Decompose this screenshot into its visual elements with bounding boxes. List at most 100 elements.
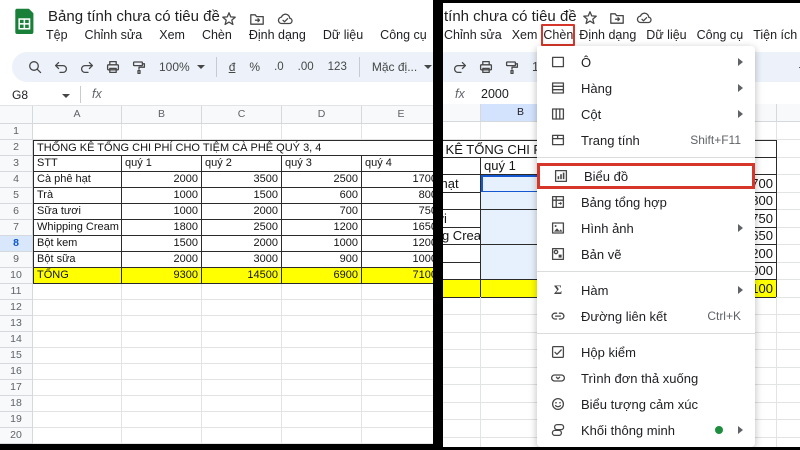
header-cell[interactable]: STT [33,156,122,172]
header-cell[interactable]: quý 1 [122,156,202,172]
empty-cell[interactable] [362,364,433,380]
label-cell[interactable]: Bột sữa [443,262,481,280]
value-cell[interactable]: 900 [282,252,362,268]
value-cell[interactable]: 1200 [282,220,362,236]
column-header-B[interactable]: B [122,106,202,124]
empty-cell[interactable] [122,332,202,348]
empty-cell[interactable] [777,262,800,280]
empty-cell[interactable] [443,314,481,333]
value-cell[interactable]: 600 [282,188,362,204]
search-icon[interactable] [22,59,48,75]
corner-header[interactable] [0,106,33,124]
menubar-item-chỉnh-sửa[interactable]: Chỉnh sửa [444,26,502,44]
empty-cell[interactable] [443,367,481,385]
empty-cell[interactable] [777,157,800,175]
label-cell[interactable]: Trà [443,192,481,210]
empty-cell[interactable] [362,380,433,396]
empty-cell[interactable] [443,437,481,447]
total-label-cell[interactable]: TỔNG [33,268,122,284]
empty-cell[interactable] [33,412,122,428]
label-cell[interactable]: Cà phê hạt [33,172,122,188]
value-cell[interactable]: 1000 [122,204,202,220]
empty-cell[interactable] [777,227,800,245]
name-box[interactable]: G8 [12,88,28,102]
menu-item-khối-thông-minh[interactable]: Khối thông minh [537,417,755,443]
row-header-2[interactable]: 2 [0,140,33,156]
empty-cell[interactable] [202,412,282,428]
move-folder-icon[interactable] [609,10,625,26]
empty-cell[interactable] [122,364,202,380]
empty-cell[interactable] [202,396,282,412]
menu-item-biểu-tượng-cảm-xúc[interactable]: Biểu tượng cảm xúc [537,391,755,417]
empty-cell[interactable] [362,396,433,412]
label-cell[interactable]: Bột kem [33,236,122,252]
empty-cell[interactable] [33,348,122,364]
row-header-4[interactable]: 4 [0,172,33,188]
menubar-item-công-cụ[interactable]: Công cụ [697,26,744,44]
value-cell[interactable]: 1800 [122,220,202,236]
empty-cell[interactable] [777,350,800,368]
empty-cell[interactable] [282,364,362,380]
row-header-20[interactable]: 20 [0,428,33,444]
empty-cell[interactable] [362,412,433,428]
empty-cell[interactable] [362,348,433,364]
row-header-12[interactable]: 12 [0,300,33,316]
empty-cell[interactable] [443,349,481,368]
empty-cell[interactable] [202,380,282,396]
value-cell[interactable]: 2000 [122,252,202,268]
column-header-D[interactable]: D [282,106,362,124]
empty-cell[interactable] [122,284,202,300]
menu-item-hình-ảnh[interactable]: Hình ảnh [537,215,755,241]
value-cell[interactable]: 800 [362,188,433,204]
empty-cell[interactable] [122,380,202,396]
value-cell[interactable]: 2500 [282,172,362,188]
menubar-item-dữ-liệu[interactable]: Dữ liệu [323,26,363,44]
value-cell[interactable]: 1000 [282,236,362,252]
empty-cell[interactable] [777,420,800,438]
empty-cell[interactable] [282,316,362,332]
row-header-18[interactable]: 18 [0,396,33,412]
label-cell[interactable]: Sữa tươi [33,204,122,220]
empty-cell[interactable] [777,122,800,140]
value-cell[interactable]: 1000 [122,188,202,204]
header-cell[interactable]: STT [443,157,481,175]
undo-icon[interactable] [48,59,74,75]
menu-item-hàm[interactable]: Σ Hàm [537,277,755,303]
empty-cell[interactable] [282,124,362,140]
value-cell[interactable]: 1200 [362,236,433,252]
value-cell[interactable]: 2000 [122,172,202,188]
row-header-15[interactable]: 15 [0,348,33,364]
currency-format-button[interactable]: đ [222,60,243,74]
empty-cell[interactable] [202,348,282,364]
empty-cell[interactable] [777,367,800,385]
column-header-A[interactable]: A [443,104,481,122]
row-header-5[interactable]: 5 [0,188,33,204]
empty-cell[interactable] [443,402,481,420]
empty-cell[interactable] [282,348,362,364]
label-cell[interactable]: Whipping Cream [33,220,122,236]
empty-cell[interactable] [33,332,122,348]
value-cell[interactable]: 1700 [362,172,433,188]
menu-item-trình-đơn-thả-xuống[interactable]: Trình đơn thả xuống [537,365,755,391]
value-cell[interactable]: 1000 [362,252,433,268]
menu-item-ô[interactable]: Ô [537,49,755,75]
column-header-A[interactable]: A [33,106,122,124]
empty-cell[interactable] [122,396,202,412]
empty-cell[interactable] [33,124,122,140]
star-icon[interactable] [582,10,598,26]
empty-cell[interactable] [777,192,800,210]
menu-item-bảng-tổng-hợp[interactable]: Bảng tổng hợp [537,189,755,215]
empty-cell[interactable] [33,284,122,300]
row-header-11[interactable]: 11 [0,284,33,300]
value-cell[interactable]: 700 [282,204,362,220]
empty-cell[interactable] [777,297,800,315]
menu-item-đường-liên-kết[interactable]: Đường liên kết Ctrl+K [537,303,755,329]
value-cell[interactable]: 2500 [202,220,282,236]
row-header-13[interactable]: 13 [0,316,33,332]
redo-icon[interactable] [74,59,100,75]
total-value-cell[interactable]: 6900 [282,268,362,284]
label-cell[interactable]: Trà [33,188,122,204]
menubar-item-tệp[interactable]: Tệp [46,26,68,44]
name-box-caret-icon[interactable] [62,94,70,98]
row-header-7[interactable]: 7 [0,220,33,236]
